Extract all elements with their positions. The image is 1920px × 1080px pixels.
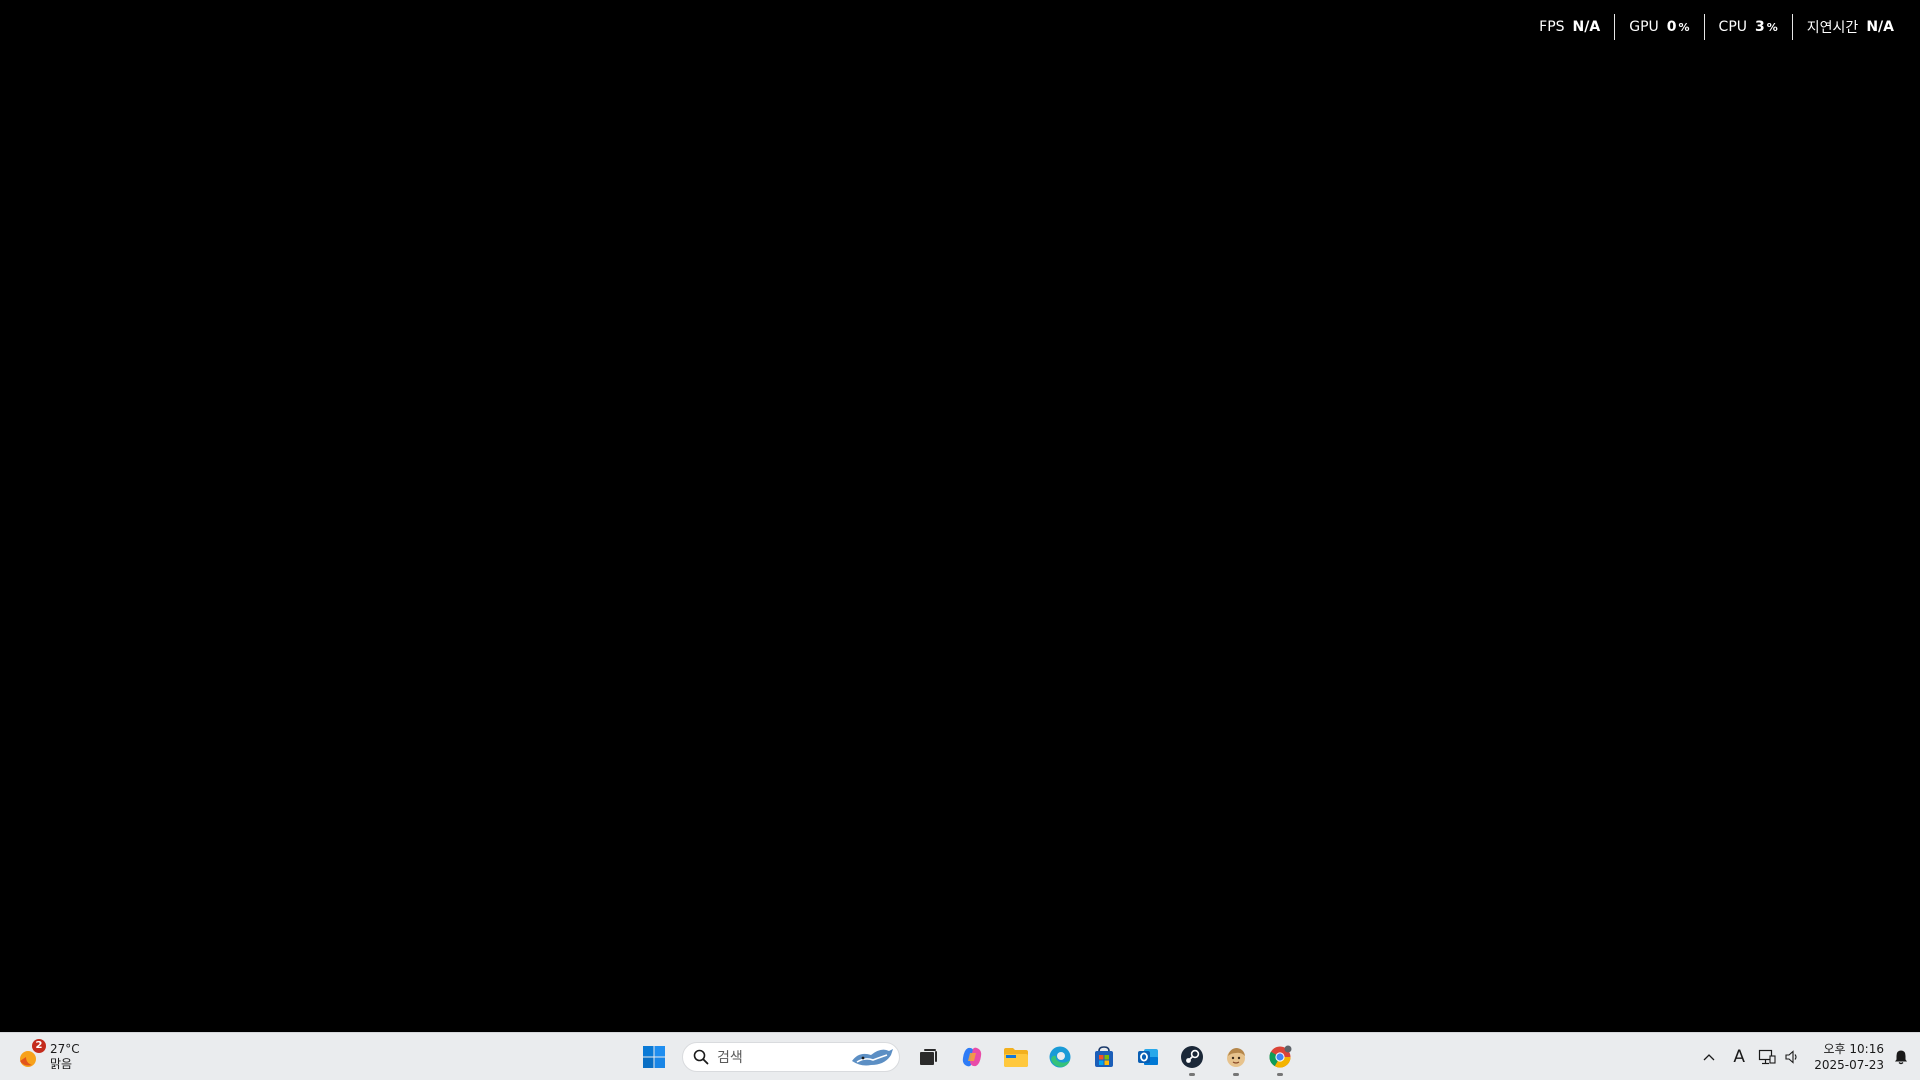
notification-bell-icon [1895,1049,1909,1065]
outlook-button[interactable] [1128,1037,1168,1077]
perf-value: 3 [1755,19,1765,35]
running-indicator [1233,1073,1239,1076]
task-view-icon [920,1049,937,1065]
edge-icon [1049,1046,1071,1068]
search-highlight-icon [852,1049,893,1066]
perf-metric-gpu: GPU 0 % [1614,14,1703,40]
perf-label: CPU [1718,19,1748,35]
weather-text: 27°C 맑음 [50,1042,80,1072]
perf-value: N/A [1866,19,1894,35]
edge-button[interactable] [1040,1037,1080,1077]
perf-value: 0 [1666,19,1677,35]
windows-logo-icon [643,1046,665,1068]
notification-badge: 2 [32,1039,46,1053]
perf-metric-fps: FPS N/A [1525,14,1614,40]
steam-button[interactable] [1172,1037,1212,1077]
network-icon [1759,1049,1776,1065]
perf-label: GPU [1629,19,1659,35]
character-icon [1227,1048,1245,1067]
taskbar: 2 27°C 맑음 검색 A 오후 10:16 2025-07-23 [0,1032,1920,1080]
search-box[interactable]: 검색 [682,1042,900,1072]
perf-unit: % [1678,20,1690,34]
taskbar-center: 검색 [632,1037,1302,1077]
file-explorer-button[interactable] [996,1037,1036,1077]
chrome-icon [1269,1045,1292,1068]
clock-date: 2025-07-23 [1814,1058,1884,1072]
copilot-button[interactable] [952,1037,992,1077]
steam-icon [1181,1046,1203,1068]
input-method-indicator[interactable]: A [1724,1041,1754,1073]
volume-icon [1785,1050,1797,1064]
running-indicator [1277,1073,1283,1076]
weather-icon-container: 2 [16,1039,46,1071]
perf-label: 지연시간 [1806,20,1859,36]
task-view-button[interactable] [908,1037,948,1077]
volume-button[interactable] [1780,1041,1804,1073]
clock[interactable]: 오후 10:16 2025-07-23 [1804,1041,1890,1073]
copilot-icon [962,1047,982,1067]
chrome-button[interactable] [1260,1037,1300,1077]
perf-metric-latency: 지연시간 N/A [1791,14,1908,40]
perf-label: FPS [1539,19,1565,35]
store-button[interactable] [1084,1037,1124,1077]
perf-value: N/A [1572,19,1601,35]
clock-time: 오후 10:16 [1823,1042,1884,1056]
outlook-icon [1138,1049,1158,1065]
folder-icon [1004,1048,1028,1067]
notification-center-button[interactable] [1890,1041,1912,1073]
perf-metric-cpu: CPU 3 % [1703,14,1792,40]
search-placeholder: 검색 [717,1050,743,1066]
system-tray: A 오후 10:16 2025-07-23 [1694,1037,1912,1077]
store-icon [1095,1046,1113,1067]
desktop: FPS N/A GPU 0 % CPU 3 % 지연시간 N/A 2 27°C … [0,0,1920,1080]
search-icon [693,1049,709,1065]
weather-widget[interactable]: 2 27°C 맑음 [16,1037,80,1077]
performance-overlay: FPS N/A GPU 0 % CPU 3 % 지연시간 N/A [1525,14,1908,40]
network-button[interactable] [1754,1041,1780,1073]
chevron-up-icon [1703,1054,1715,1061]
character-app-button[interactable] [1216,1037,1256,1077]
weather-condition: 맑음 [50,1057,73,1071]
start-button[interactable] [634,1037,674,1077]
ime-indicator-label: A [1733,1047,1746,1067]
weather-temperature: 27°C [50,1042,80,1056]
perf-unit: % [1766,20,1778,34]
show-hidden-icons-button[interactable] [1694,1041,1724,1073]
running-indicator [1189,1073,1195,1076]
